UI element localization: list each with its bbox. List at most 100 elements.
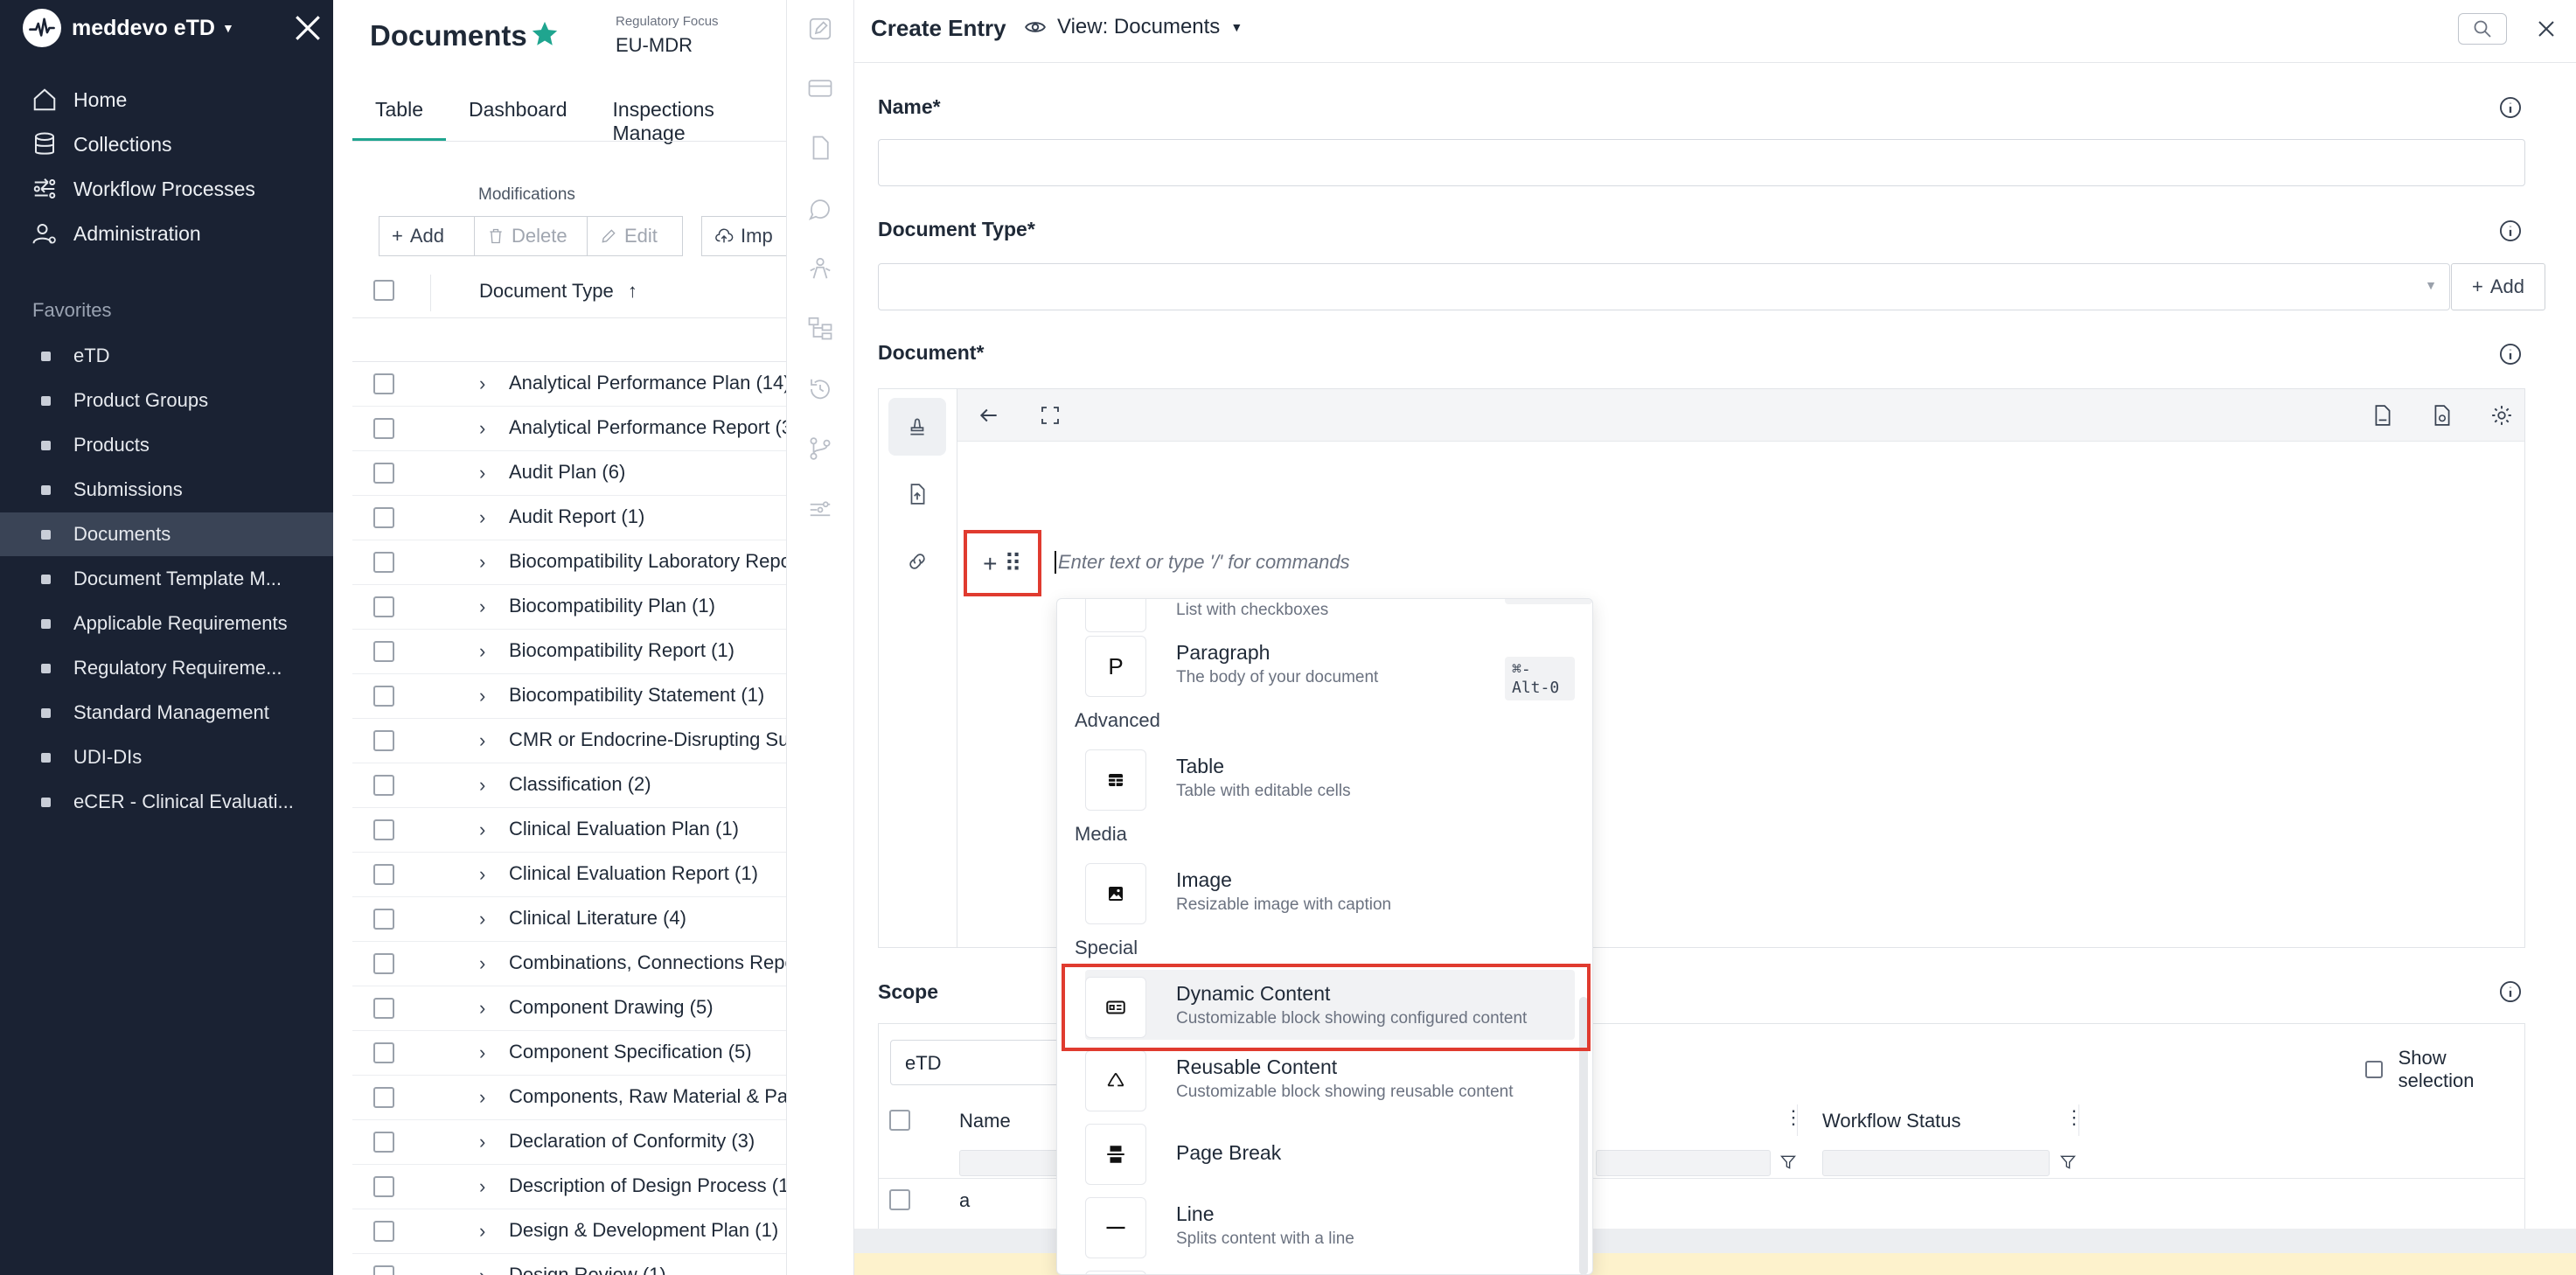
chevron-right-icon[interactable]: › [479,640,485,663]
edit-icon[interactable] [805,14,835,44]
editor-placeholder[interactable]: Enter text or type '/' for commands [1055,551,1350,574]
favorite-item[interactable]: Products [0,423,333,467]
menu-item-paragraph[interactable]: P Paragraph The body of your document ⌘-… [1085,629,1575,700]
menu-item-table[interactable]: Table Table with editable cells [1085,742,1575,812]
tab-dashboard[interactable]: Dashboard [446,87,590,142]
row-checkbox[interactable] [373,1042,394,1063]
regulatory-focus-select[interactable]: Regulatory Focus EU-MDR [609,9,784,66]
favorite-item[interactable]: Standard Management [0,691,333,735]
chevron-right-icon[interactable]: › [479,1131,485,1153]
nav-item-workflow-processes[interactable]: Workflow Processes [31,171,255,206]
edit-button[interactable]: Edit [587,216,683,256]
table-row[interactable]: › Components, Raw Material & Pac [352,1076,788,1120]
info-icon[interactable] [2498,342,2523,366]
show-selection-checkbox[interactable] [2365,1061,2383,1078]
filter-icon[interactable] [1779,1153,1797,1171]
template-button[interactable] [888,398,946,456]
import-button[interactable]: Imp [701,216,788,256]
favorite-item[interactable]: eCER - Clinical Evaluati... [0,780,333,824]
people-icon[interactable] [805,254,835,283]
name-filter-input[interactable] [959,1150,1064,1176]
tab-inspections[interactable]: Inspections Manage [590,87,788,144]
chevron-right-icon[interactable]: › [479,1220,485,1243]
upload-file-button[interactable] [888,465,946,523]
table-row[interactable]: › Declaration of Conformity (3) [352,1120,788,1165]
chevron-right-icon[interactable]: › [479,506,485,529]
table-row[interactable]: › Biocompatibility Report (1) [352,630,788,674]
row-checkbox[interactable] [373,596,394,617]
info-icon[interactable] [2498,95,2523,120]
filter-icon[interactable] [2059,1153,2077,1171]
card-icon[interactable] [805,73,835,103]
chevron-right-icon[interactable]: › [479,596,485,618]
comment-icon[interactable] [805,194,835,224]
table-row[interactable]: › Combinations, Connections Repo [352,942,788,986]
block-add-drag-handle[interactable]: + ⠿ [964,530,1041,596]
name-input[interactable] [878,139,2525,186]
row-checkbox[interactable] [373,953,394,974]
row-checkbox[interactable] [373,507,394,528]
scope-select-all-checkbox[interactable] [889,1110,910,1131]
gear-icon[interactable] [2488,401,2516,429]
favorite-item-active[interactable]: Documents [0,512,333,556]
scope-select[interactable]: eTD [890,1040,1083,1085]
hierarchy-icon[interactable] [805,313,835,343]
brand-switcher[interactable]: meddevo eTD ▼ [23,9,234,47]
row-checkbox[interactable] [889,1189,910,1210]
row-checkbox[interactable] [373,1221,394,1242]
row-checkbox[interactable] [373,1176,394,1197]
chevron-right-icon[interactable]: › [479,1042,485,1064]
tab-table[interactable]: Table [352,87,446,142]
chevron-right-icon[interactable]: › [479,908,485,930]
menu-item-line[interactable]: Line Splits content with a line [1085,1190,1575,1260]
row-checkbox[interactable] [373,775,394,796]
column-menu-icon[interactable]: ⋮ [1784,1106,1803,1129]
chevron-right-icon[interactable]: › [479,1086,485,1109]
table-row[interactable]: › Biocompatibility Plan (1) [352,585,788,630]
chevron-right-icon[interactable]: › [479,1175,485,1198]
row-checkbox[interactable] [373,819,394,840]
add-document-type-button[interactable]: + Add [2451,263,2545,310]
chevron-right-icon[interactable]: › [479,997,485,1020]
table-row[interactable]: › Biocompatibility Statement (1) [352,674,788,719]
menu-item-image[interactable]: Image Resizable image with caption [1085,856,1575,926]
row-checkbox[interactable] [373,998,394,1019]
file-icon[interactable] [805,133,835,163]
row-checkbox[interactable] [373,864,394,885]
chevron-right-icon[interactable]: › [479,819,485,841]
table-row[interactable]: › Design & Development Plan (1) [352,1209,788,1254]
table-row[interactable]: › Description of Design Process (1 [352,1165,788,1209]
history-icon[interactable] [805,374,835,404]
add-button[interactable]: + Add [379,216,475,256]
table-row[interactable]: › Clinical Evaluation Report (1) [352,853,788,897]
row-checkbox[interactable] [373,1087,394,1108]
chevron-right-icon[interactable]: › [479,417,485,440]
favorite-item[interactable]: Submissions [0,468,333,512]
star-icon[interactable] [530,19,560,49]
row-checkbox[interactable] [373,552,394,573]
row-checkbox[interactable] [373,641,394,662]
chevron-right-icon[interactable]: › [479,685,485,707]
table-row[interactable]: › Component Specification (5) [352,1031,788,1076]
favorite-item[interactable]: Applicable Requirements [0,602,333,645]
pdf-export-icon[interactable] [2369,401,2397,429]
menu-item-page-break[interactable]: Page Break [1085,1117,1575,1187]
table-row[interactable]: › Analytical Performance Report (3 [352,407,788,451]
favorite-item[interactable]: Regulatory Requireme... [0,646,333,690]
menu-item-reusable-content[interactable]: Reusable Content Customizable block show… [1085,1043,1575,1113]
close-sidebar-icon[interactable] [290,10,325,45]
table-row[interactable]: › Classification (2) [352,763,788,808]
table-row[interactable]: › Clinical Evaluation Plan (1) [352,808,788,853]
delete-button[interactable]: Delete [474,216,588,256]
chevron-right-icon[interactable]: › [479,551,485,574]
chevron-right-icon[interactable]: › [479,863,485,886]
favorite-item[interactable]: Product Groups [0,379,333,422]
scope-column-name[interactable]: Name [959,1110,1011,1132]
settings-flow-icon[interactable] [805,495,835,525]
close-panel-button[interactable] [2531,14,2561,44]
column-menu-icon[interactable]: ⋮ [2064,1106,2084,1129]
column-header-document-type[interactable]: Document Type ↑ [479,280,637,303]
row-checkbox[interactable] [373,686,394,707]
row-checkbox[interactable] [373,1265,394,1275]
show-selection-toggle[interactable]: Show selection [2365,1047,2524,1092]
